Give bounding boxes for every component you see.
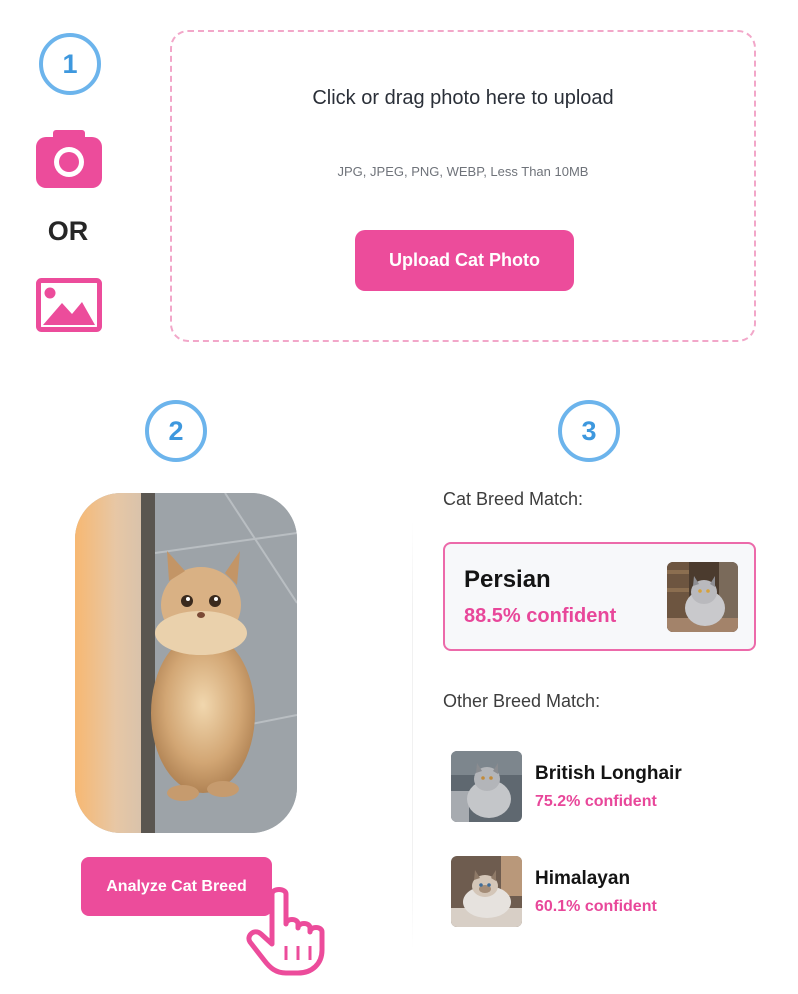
- uploaded-cat-photo: [75, 493, 297, 833]
- other-breed-confidence: 60.1% confident: [535, 898, 657, 915]
- other-breed-thumbnail: [451, 856, 522, 927]
- camera-icon[interactable]: [36, 130, 102, 188]
- upload-file-hint: JPG, JPEG, PNG, WEBP, Less Than 10MB: [337, 164, 589, 179]
- other-breed-match-label: Other Breed Match:: [443, 691, 601, 711]
- other-breed-item: British Longhair 75.2% confident: [451, 751, 751, 823]
- top-match-confidence: 88.5% confident: [464, 605, 617, 627]
- step-3-badge: 3: [558, 400, 620, 462]
- image-icon[interactable]: [36, 278, 102, 332]
- step-1-badge: 1: [39, 33, 101, 95]
- top-match-name: Persian: [464, 566, 551, 593]
- other-breed-item: Himalayan 60.1% confident: [451, 856, 751, 928]
- top-match-thumbnail: [667, 562, 738, 632]
- analyze-cat-breed-button[interactable]: Analyze Cat Breed: [81, 857, 272, 916]
- or-label: OR: [47, 216, 89, 246]
- upload-cat-photo-button[interactable]: Upload Cat Photo: [355, 230, 574, 291]
- step-2-badge: 2: [145, 400, 207, 462]
- column-divider: [412, 520, 413, 950]
- upload-title: Click or drag photo here to upload: [312, 87, 614, 109]
- other-breed-thumbnail: [451, 751, 522, 822]
- upload-dropzone[interactable]: Click or drag photo here to upload JPG, …: [170, 30, 756, 342]
- other-breed-confidence: 75.2% confident: [535, 793, 657, 810]
- other-breed-name: Himalayan: [535, 868, 631, 889]
- breed-match-label: Cat Breed Match:: [443, 489, 584, 509]
- hand-pointer-icon: [246, 886, 330, 976]
- other-breed-name: British Longhair: [535, 763, 682, 784]
- top-match-card: Persian 88.5% confident: [443, 542, 756, 651]
